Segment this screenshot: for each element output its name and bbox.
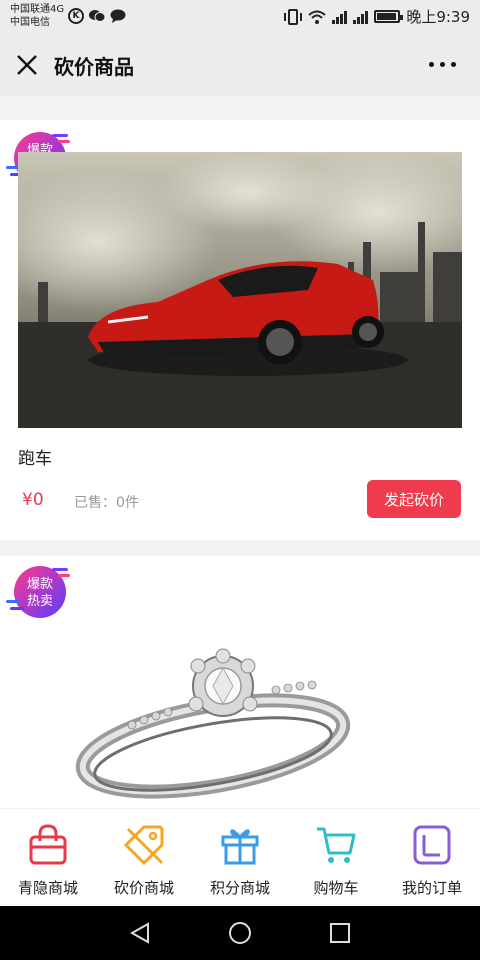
carrier-line2: 中国电信 xyxy=(10,17,50,28)
tab-label: 青隐商城 xyxy=(17,879,78,897)
tab-points-mall[interactable]: 积分商城 xyxy=(192,809,288,906)
wechat-icon xyxy=(89,10,106,22)
cart-icon xyxy=(317,827,356,863)
red-sports-car-image[interactable] xyxy=(18,152,462,428)
status-bar: 中国联通4G 中国电信 K 晚上9:39 xyxy=(0,0,480,34)
tab-bargain-mall[interactable]: 砍价商城 xyxy=(96,809,192,906)
android-nav-bar xyxy=(0,906,480,960)
tab-label: 砍价商城 xyxy=(113,879,174,897)
diamond-ring-image[interactable] xyxy=(18,626,462,806)
badge-line2: 热卖 xyxy=(27,594,53,609)
recents-icon[interactable] xyxy=(328,921,352,945)
bottom-tab-bar: 青隐商城 砍价商城 积分商城 购物车 我的订单 xyxy=(0,808,480,906)
k-circle-icon: K xyxy=(68,8,84,24)
vibrate-icon xyxy=(284,8,303,25)
product-card[interactable]: 爆款 热卖 xyxy=(0,556,480,808)
back-icon[interactable] xyxy=(128,921,152,945)
price-tag-icon xyxy=(123,825,164,866)
product-price: ¥0 xyxy=(22,490,44,510)
tab-cart[interactable]: 购物车 xyxy=(288,809,384,906)
battery-icon xyxy=(374,10,404,23)
product-name[interactable]: 跑车 xyxy=(18,444,52,469)
tab-label: 积分商城 xyxy=(209,879,270,897)
status-right: 晚上9:39 xyxy=(284,6,470,27)
home-icon[interactable] xyxy=(228,921,252,945)
product-list[interactable]: 爆款 热卖 xyxy=(0,96,480,808)
message-icon xyxy=(110,9,126,23)
navbar: 砍价商品 xyxy=(0,34,480,96)
close-icon[interactable] xyxy=(14,52,40,78)
shopping-bag-icon xyxy=(29,824,67,865)
start-bargain-button[interactable]: 发起砍价 xyxy=(367,480,461,518)
wifi-icon xyxy=(308,10,326,24)
sold-count: 已售：0件 xyxy=(74,495,139,511)
tab-label: 我的订单 xyxy=(401,879,462,897)
hot-sale-badge: 爆款 热卖 xyxy=(6,566,70,618)
tab-label: 购物车 xyxy=(313,879,359,897)
product-card[interactable]: 爆款 热卖 xyxy=(0,120,480,540)
signal-2g-icon xyxy=(353,10,369,24)
more-icon[interactable] xyxy=(429,62,456,67)
tab-my-orders[interactable]: 我的订单 xyxy=(384,809,480,906)
clock: 晚上9:39 xyxy=(406,8,470,26)
carrier-line1: 中国联通4G xyxy=(10,4,65,15)
page-title: 砍价商品 xyxy=(54,55,134,79)
carrier-info: 中国联通4G 中国电信 xyxy=(10,3,64,29)
badge-line1: 爆款 xyxy=(27,577,53,592)
notification-icons: K xyxy=(68,8,126,24)
tab-qingyin-mall[interactable]: 青隐商城 xyxy=(0,809,96,906)
order-icon xyxy=(413,825,451,865)
signal-4g-icon xyxy=(332,10,348,24)
gift-icon xyxy=(221,829,259,865)
